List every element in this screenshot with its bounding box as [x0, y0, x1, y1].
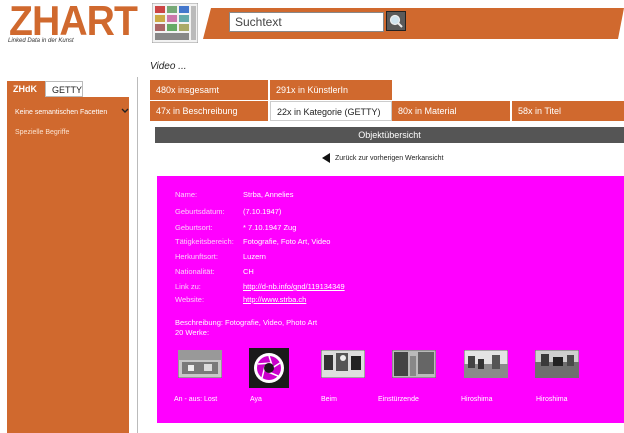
work-item[interactable]: Beim: [321, 350, 365, 403]
work-thumbnail[interactable]: [321, 350, 365, 378]
zhart-logo[interactable]: ZHART: [7, 0, 147, 40]
origin-value: Luzern: [243, 252, 266, 261]
field-of-activity-value: Fotografie, Foto Art, Video: [243, 237, 331, 246]
website-label: Website:: [175, 295, 205, 304]
artist-info-panel: Name: Strba, Annelies Geburtsdatum: (7.1…: [157, 176, 624, 423]
page-title: Video ...: [150, 61, 187, 72]
count-description[interactable]: 47x in Beschreibung: [150, 101, 268, 121]
work-thumbnail[interactable]: [464, 350, 508, 378]
aperture-icon[interactable]: [249, 348, 289, 388]
chevron-down-icon[interactable]: [121, 107, 129, 116]
work-caption[interactable]: Hiroshima: [461, 396, 493, 403]
birthplace-value: * 7.10.1947 Zug: [243, 223, 297, 232]
description-line: Beschreibung: Fotografie, Video, Photo A…: [175, 318, 318, 327]
count-title[interactable]: 58x in Titel: [512, 101, 624, 121]
sidebar-item-facets[interactable]: Keine semantischen Facetten: [15, 109, 107, 116]
work-caption[interactable]: Hiroshima: [536, 396, 568, 403]
header: ZHART Linked Data in der Kunst: [0, 0, 624, 48]
work-item[interactable]: Einstürzende: [378, 350, 436, 403]
gnd-link[interactable]: http://d-nb.info/gnd/119134349: [243, 282, 345, 291]
overview-bar: Objektübersicht: [155, 127, 624, 143]
sidebar: Keine semantischen Facetten Spezielle Be…: [7, 97, 129, 433]
field-of-activity-label: Tätigkeitsbereich:: [175, 237, 234, 246]
logo-tagline: Linked Data in der Kunst: [8, 38, 74, 44]
count-material[interactable]: 80x in Material: [392, 101, 510, 121]
count-total[interactable]: 480x insgesamt: [150, 80, 268, 100]
nationality-value: CH: [243, 267, 254, 276]
arrow-left-icon: [322, 153, 330, 163]
nationality-label: Nationalität:: [175, 267, 215, 276]
back-link[interactable]: Zurück zur vorherigen Werkansicht: [322, 153, 443, 163]
count-category-getty[interactable]: 22x in Kategorie (GETTY): [270, 101, 392, 121]
back-link-label: Zurück zur vorherigen Werkansicht: [335, 154, 444, 162]
birthplace-label: Geburtsort:: [175, 223, 213, 232]
work-caption[interactable]: An - aus: Lost: [174, 396, 217, 403]
svg-text:ZHART: ZHART: [9, 0, 138, 40]
work-thumbnail[interactable]: [392, 350, 436, 378]
magnifier-icon: [389, 14, 403, 28]
work-item[interactable]: An - aus: Lost: [174, 350, 222, 403]
work-thumbnail[interactable]: [178, 350, 222, 378]
link-label: Link zu:: [175, 282, 201, 291]
work-item[interactable]: Aya: [249, 348, 289, 403]
divider: [137, 77, 138, 433]
origin-label: Herkunftsort:: [175, 252, 218, 261]
work-caption[interactable]: Beim: [321, 396, 337, 403]
birthdate-value: (7.10.1947): [243, 207, 282, 216]
work-item[interactable]: Hiroshima: [535, 350, 579, 403]
website-link[interactable]: http://www.strba.ch: [243, 295, 306, 304]
sidebar-item-special-terms[interactable]: Spezielle Begriffe: [15, 129, 69, 136]
work-caption[interactable]: Einstürzende: [378, 396, 419, 403]
work-thumbnail[interactable]: [535, 350, 579, 378]
works-count: 20 Werke:: [175, 328, 210, 337]
search-button[interactable]: [386, 11, 406, 31]
image-collage-icon: [152, 3, 198, 43]
tab-zhdk[interactable]: ZHdK: [7, 81, 45, 97]
work-item[interactable]: Hiroshima: [461, 350, 508, 403]
name-value: Strba, Annelies: [243, 190, 294, 199]
sidebar-tabs: ZHdK GETTY: [7, 81, 83, 97]
count-artist[interactable]: 291x in KünstlerIn: [270, 80, 392, 100]
tab-getty[interactable]: GETTY: [45, 81, 83, 97]
name-label: Name:: [175, 190, 198, 199]
work-caption[interactable]: Aya: [250, 396, 262, 403]
search-input[interactable]: [229, 12, 384, 32]
birthdate-label: Geburtsdatum:: [175, 207, 225, 216]
